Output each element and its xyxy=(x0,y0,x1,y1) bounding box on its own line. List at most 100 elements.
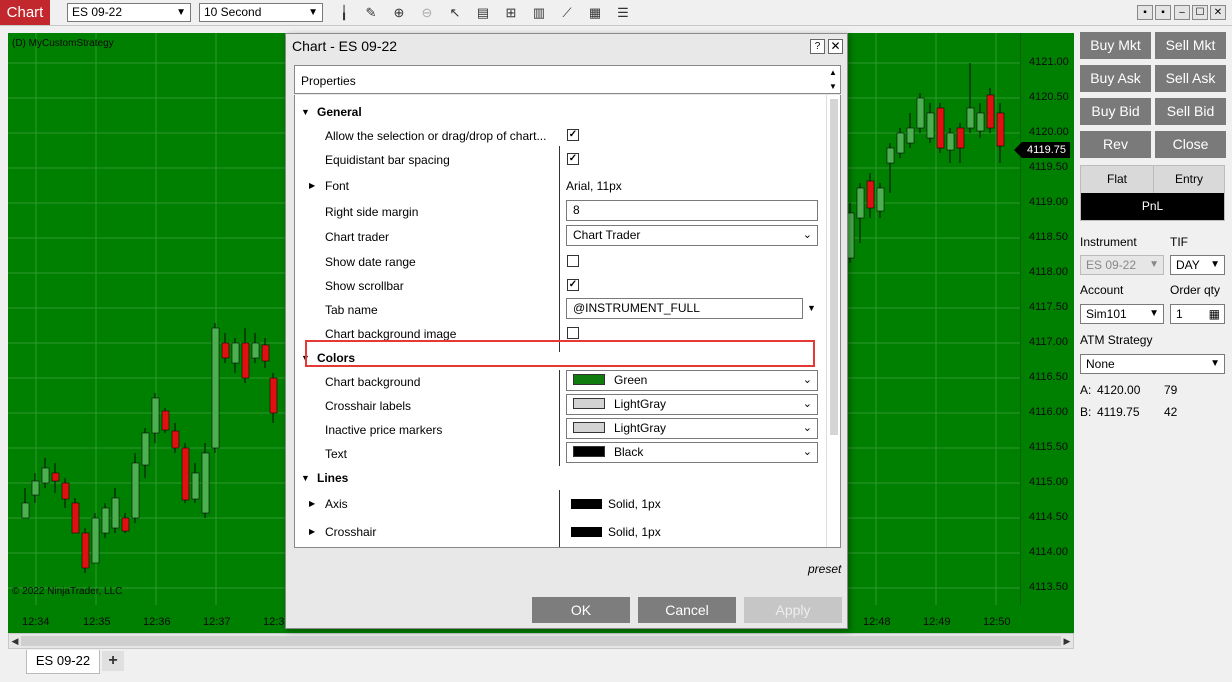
account-select[interactable]: Sim101 ▼ xyxy=(1080,304,1164,324)
category-general[interactable]: General xyxy=(317,105,362,119)
order-qty-stepper[interactable]: 1 ▦ xyxy=(1170,304,1225,324)
cancel-button[interactable]: Cancel xyxy=(638,597,736,623)
help-icon[interactable]: ? xyxy=(810,39,825,54)
scroll-down-icon[interactable]: ▼ xyxy=(826,82,840,92)
close-icon[interactable]: ✕ xyxy=(1210,5,1226,20)
scrollbar-thumb[interactable] xyxy=(830,99,838,435)
bars-icon[interactable]: ╽ xyxy=(335,4,353,22)
crosshair-labels-select[interactable]: LightGray ⌄ xyxy=(566,394,818,415)
equidistant-checkbox[interactable]: ✓ xyxy=(567,153,579,165)
tile-icon[interactable]: ▪ xyxy=(1137,5,1153,20)
reverse-button[interactable]: Rev xyxy=(1080,131,1151,158)
interval-selector-value: 10 Second xyxy=(204,5,262,19)
tab-name-dropdown-icon[interactable]: ▼ xyxy=(807,303,816,313)
instrument-label: Instrument xyxy=(1080,235,1137,249)
calculator-icon[interactable]: ▦ xyxy=(1209,305,1220,323)
drawing-tool-icon[interactable]: ⟋ xyxy=(558,4,576,22)
maximize-icon[interactable]: ☐ xyxy=(1192,5,1208,20)
scroll-left-icon[interactable]: ◀ xyxy=(9,634,21,648)
show-date-range-label: Show date range xyxy=(325,255,416,269)
chart-app-tab[interactable]: Chart xyxy=(0,0,50,25)
interval-selector[interactable]: 10 Second ▼ xyxy=(199,3,323,22)
show-scrollbar-checkbox[interactable]: ✓ xyxy=(567,279,579,291)
text-color-value: Black xyxy=(614,445,644,459)
sell-ask-button[interactable]: Sell Ask xyxy=(1155,65,1226,92)
chevron-down-icon: ⌄ xyxy=(802,398,812,410)
price-tick-label: 4120.50 xyxy=(1029,91,1069,103)
tif-select[interactable]: DAY ▼ xyxy=(1170,255,1225,275)
candle-body xyxy=(916,97,925,129)
pencil-icon[interactable]: ✎ xyxy=(362,4,380,22)
indicators-icon[interactable]: ▥ xyxy=(530,4,548,22)
tab-name-input[interactable]: @INSTRUMENT_FULL xyxy=(566,298,803,319)
right-margin-input[interactable]: 8 xyxy=(566,200,818,221)
axis-line-value[interactable]: Solid, 1px xyxy=(608,497,661,511)
candle-body xyxy=(876,187,885,212)
buy-ask-button[interactable]: Buy Ask xyxy=(1080,65,1151,92)
chart-trader-select[interactable]: Chart Trader ⌄ xyxy=(566,225,818,246)
font-value[interactable]: Arial, 11px xyxy=(566,179,622,193)
apply-button[interactable]: Apply xyxy=(744,597,842,623)
price-tick-label: 4114.50 xyxy=(1029,511,1068,523)
show-date-range-checkbox[interactable] xyxy=(567,255,579,267)
collapse-arrow-icon[interactable]: ▼ xyxy=(301,473,310,483)
zoom-in-icon[interactable]: ⊕ xyxy=(390,4,408,22)
bid-price: 4119.75 xyxy=(1097,405,1140,419)
expand-arrow-icon[interactable]: ▶ xyxy=(309,527,315,536)
expand-arrow-icon[interactable]: ▶ xyxy=(309,181,315,190)
collapse-arrow-icon[interactable]: ▼ xyxy=(301,107,310,117)
expand-arrow-icon[interactable]: ▶ xyxy=(309,499,315,508)
time-tick-label: 12:49 xyxy=(923,616,951,628)
category-lines[interactable]: Lines xyxy=(317,471,348,485)
price-tick-label: 4121.00 xyxy=(1029,56,1069,68)
inactive-price-select[interactable]: LightGray ⌄ xyxy=(566,418,818,439)
axis-line-label: Axis xyxy=(325,497,348,511)
data-box-icon[interactable]: ▤ xyxy=(474,4,492,22)
candle-body xyxy=(956,127,965,149)
pointer-icon[interactable]: ↖ xyxy=(446,4,464,22)
candle-body xyxy=(151,397,160,434)
sell-bid-button[interactable]: Sell Bid xyxy=(1155,98,1226,125)
scroll-up-icon[interactable]: ▲ xyxy=(826,68,840,78)
close-position-button[interactable]: Close xyxy=(1155,131,1226,158)
text-color-select[interactable]: Black ⌄ xyxy=(566,442,818,463)
candle-body xyxy=(846,212,855,259)
candle-body xyxy=(856,187,865,219)
candle-body xyxy=(81,532,90,569)
candle-body xyxy=(31,480,40,496)
allow-selection-checkbox[interactable]: ✓ xyxy=(567,129,579,141)
sell-market-button[interactable]: Sell Mkt xyxy=(1155,32,1226,59)
price-tick-label: 4117.50 xyxy=(1029,301,1068,313)
strategies-icon[interactable]: ⊞ xyxy=(502,4,520,22)
properties-icon[interactable]: ☰ xyxy=(614,4,632,22)
add-tab-button[interactable]: + xyxy=(102,651,124,671)
chart-tab-es[interactable]: ES 09-22 xyxy=(26,650,100,674)
price-axis[interactable]: 4121.00 4120.50 4120.00 4119.50 4119.00 … xyxy=(1020,33,1074,605)
chart-background-select[interactable]: Green ⌄ xyxy=(566,370,818,391)
scroll-right-icon[interactable]: ▶ xyxy=(1061,634,1073,648)
minimize-icon[interactable]: ‒ xyxy=(1174,5,1190,20)
preset-link[interactable]: preset xyxy=(808,562,841,576)
link-icon[interactable]: ▪ xyxy=(1155,5,1171,20)
ask-label: A: xyxy=(1080,383,1092,397)
buy-bid-button[interactable]: Buy Bid xyxy=(1080,98,1151,125)
crosshair-line-label: Crosshair xyxy=(325,525,377,539)
column-divider xyxy=(559,146,560,352)
close-icon[interactable]: ✕ xyxy=(828,39,843,54)
buy-market-button[interactable]: Buy Mkt xyxy=(1080,32,1151,59)
templates-icon[interactable]: ▦ xyxy=(586,4,604,22)
bg-image-label: Chart background image xyxy=(325,327,457,341)
candle-body xyxy=(231,342,240,364)
chart-horizontal-scrollbar[interactable]: ◀ ▶ xyxy=(8,633,1074,649)
ok-button[interactable]: OK xyxy=(532,597,630,623)
instrument-selector[interactable]: ES 09-22 ▼ xyxy=(67,3,191,22)
bg-image-checkbox[interactable] xyxy=(567,327,579,339)
crosshair-line-value[interactable]: Solid, 1px xyxy=(608,525,661,539)
chart-trader-panel: Buy Mkt Sell Mkt Buy Ask Sell Ask Buy Bi… xyxy=(1074,26,1232,682)
property-grid-scrollbar[interactable] xyxy=(826,95,840,547)
zoom-out-icon[interactable]: ⊖ xyxy=(418,4,436,22)
time-tick-label: 12:48 xyxy=(863,616,891,628)
atm-strategy-select[interactable]: None ▼ xyxy=(1080,354,1225,374)
crosshair-labels-value: LightGray xyxy=(614,397,667,411)
scrollbar-thumb[interactable] xyxy=(21,636,1061,646)
